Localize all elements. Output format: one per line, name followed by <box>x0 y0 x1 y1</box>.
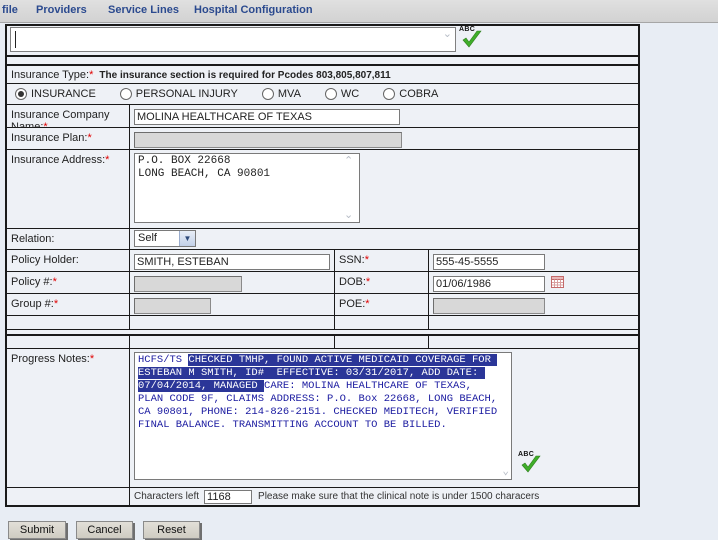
company-name-row: Insurance Company Name:* <box>7 105 638 128</box>
radio-wc[interactable]: WC <box>325 88 359 100</box>
green-check-icon <box>461 30 483 50</box>
cancel-button[interactable]: Cancel <box>76 521 133 539</box>
group-number-input <box>134 298 211 314</box>
menu-item-service-lines[interactable]: Service Lines <box>108 4 179 16</box>
radio-circle-icon <box>262 88 274 100</box>
relation-selected-value: Self <box>138 232 157 244</box>
radio-circle-icon <box>383 88 395 100</box>
dropdown-arrow-icon[interactable]: ▼ <box>179 231 195 246</box>
spacer-row <box>7 57 638 66</box>
empty-row <box>7 316 638 330</box>
insurance-plan-label: Insurance Plan:* <box>7 128 130 149</box>
radio-label: COBRA <box>399 88 438 100</box>
insurance-type-label: Insurance Type: <box>11 69 89 81</box>
reset-button[interactable]: Reset <box>143 521 200 539</box>
radio-personal-injury[interactable]: PERSONAL INJURY <box>120 88 238 100</box>
radio-label: WC <box>341 88 359 100</box>
characters-left-label: Characters left <box>134 491 199 502</box>
radio-label: PERSONAL INJURY <box>136 88 238 100</box>
radio-label: MVA <box>278 88 301 100</box>
scrollbar-up-icon[interactable]: ⌃ <box>344 156 353 166</box>
progress-notes-textarea[interactable]: HCFS/TS CHECKED TMHP, FOUND ACTIVE MEDIC… <box>134 352 512 480</box>
empty-row <box>7 336 638 349</box>
radio-circle-icon <box>15 88 27 100</box>
policy-number-label: Policy #:* <box>7 272 130 293</box>
radio-mva[interactable]: MVA <box>262 88 301 100</box>
insurance-type-options-row: INSURANCE PERSONAL INJURY MVA WC COBRA <box>7 84 638 105</box>
top-note-textarea[interactable]: ⌄ <box>10 27 456 52</box>
spellcheck-abc-icon[interactable]: ABC <box>459 26 486 53</box>
relation-label: Relation: <box>7 229 130 249</box>
poe-label: POE:* <box>335 294 429 315</box>
scrollbar-down-icon[interactable]: ⌄ <box>443 29 452 39</box>
scrollbar-down-icon[interactable]: ⌄ <box>344 210 353 220</box>
characters-left-input[interactable] <box>204 490 252 504</box>
dob-label: DOB:* <box>335 272 429 293</box>
ssn-label: SSN:* <box>335 250 429 271</box>
notes-text-plain: HCFS/TS <box>138 354 188 366</box>
policy-number-input <box>134 276 242 292</box>
scrollbar-down-icon[interactable]: ⌄ <box>502 467 509 477</box>
calendar-icon[interactable] <box>551 275 564 288</box>
green-check-icon <box>520 455 542 475</box>
radio-cobra[interactable]: COBRA <box>383 88 438 100</box>
submit-button[interactable]: Submit <box>8 521 66 539</box>
insurance-form-table: ⌄ ABC Insurance Type:* The insurance sec… <box>5 24 640 507</box>
menu-item-file[interactable]: file <box>2 4 18 16</box>
group-number-label: Group #:* <box>7 294 130 315</box>
policy-holder-row: Policy Holder: SSN:* <box>7 250 638 272</box>
required-asterisk: * <box>89 69 93 81</box>
radio-insurance[interactable]: INSURANCE <box>15 88 96 100</box>
group-number-row: Group #:* POE:* <box>7 294 638 316</box>
relation-select[interactable]: Self ▼ <box>134 230 196 247</box>
insurance-type-header-row: Insurance Type:* The insurance section i… <box>7 66 638 84</box>
policy-number-row: Policy #:* DOB:* <box>7 272 638 294</box>
insurance-address-row: Insurance Address:* P.O. BOX 22668 LONG … <box>7 150 638 229</box>
poe-input <box>433 298 545 314</box>
insurance-address-label: Insurance Address:* <box>7 150 130 228</box>
relation-row: Relation: Self ▼ <box>7 229 638 250</box>
policy-holder-label: Policy Holder: <box>7 250 130 271</box>
menu-item-providers[interactable]: Providers <box>36 4 87 16</box>
text-caret <box>15 31 16 48</box>
insurance-address-textarea[interactable]: P.O. BOX 22668 LONG BEACH, CA 90801 <box>134 153 360 223</box>
radio-circle-icon <box>120 88 132 100</box>
ssn-input[interactable] <box>433 254 545 270</box>
characters-left-hint: Please make sure that the clinical note … <box>258 491 539 502</box>
insurance-plan-row: Insurance Plan:* <box>7 128 638 150</box>
character-counter-row: Characters left Please make sure that th… <box>7 488 638 505</box>
radio-circle-icon <box>325 88 337 100</box>
menu-bar: file Providers Service Lines Hospital Co… <box>0 0 718 23</box>
radio-label: INSURANCE <box>31 88 96 100</box>
policy-holder-input[interactable] <box>134 254 330 270</box>
insurance-type-note: The insurance section is required for Pc… <box>99 70 390 81</box>
spellcheck-abc-icon[interactable]: ABC <box>518 451 545 478</box>
dob-input[interactable] <box>433 276 545 292</box>
company-name-input[interactable] <box>134 109 400 125</box>
progress-notes-row: Progress Notes:* HCFS/TS CHECKED TMHP, F… <box>7 349 638 488</box>
progress-notes-label: Progress Notes:* <box>7 349 130 487</box>
menu-item-hospital-configuration[interactable]: Hospital Configuration <box>194 4 313 16</box>
insurance-plan-input <box>134 132 402 148</box>
top-note-row: ⌄ ABC <box>7 26 638 57</box>
